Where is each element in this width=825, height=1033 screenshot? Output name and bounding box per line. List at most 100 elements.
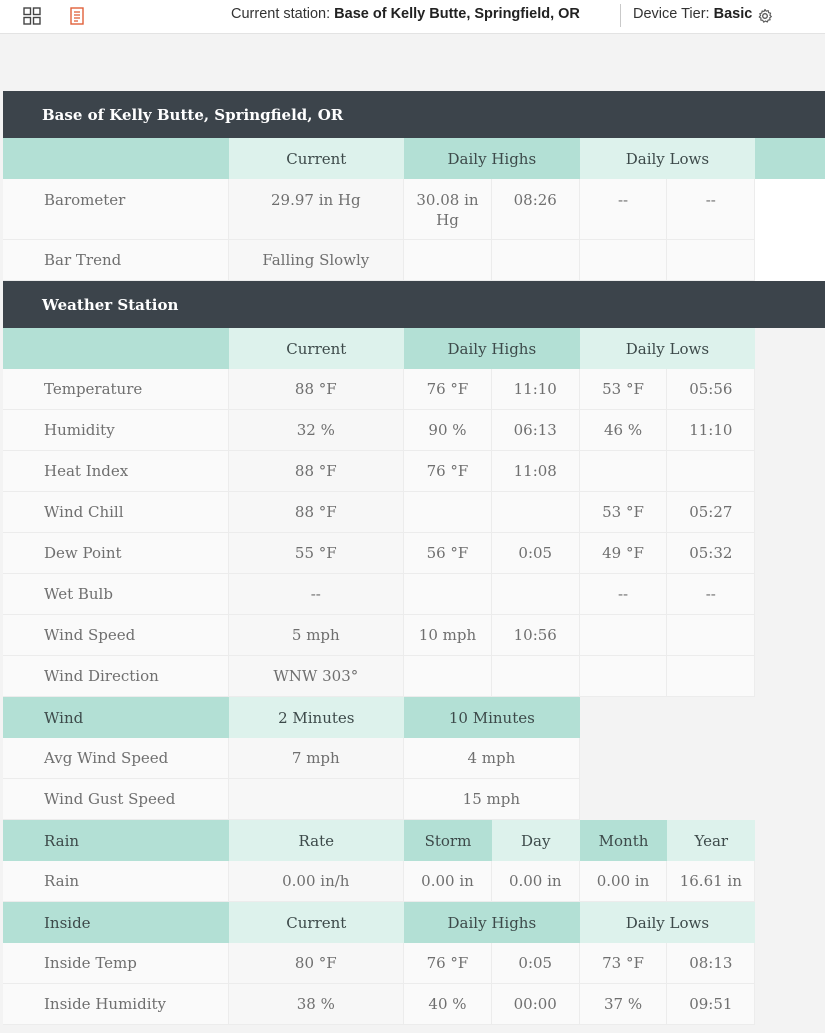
row-label: Heat Index — [3, 451, 229, 492]
current-value: WNW 303° — [228, 656, 405, 697]
high-time: 00:00 — [491, 984, 580, 1025]
divider — [620, 4, 621, 27]
low-value — [579, 451, 668, 492]
station-name: Base of Kelly Butte, Springfield, OR — [334, 6, 580, 22]
header-label — [3, 328, 229, 369]
table-row: Inside Temp 80 °F 76 °F 0:05 73 °F 08:13 — [3, 943, 825, 984]
high-value — [404, 240, 492, 281]
row-label: Wind Gust Speed — [3, 779, 229, 820]
high-value: 56 °F — [404, 533, 492, 574]
header-daily-highs: Daily Highs — [404, 902, 580, 943]
low-time — [667, 656, 756, 697]
grid-icon[interactable] — [23, 7, 41, 25]
row-label: Humidity — [3, 410, 229, 451]
high-value: 10 mph — [404, 615, 492, 656]
header-current: Current — [228, 138, 405, 179]
low-value: 49 °F — [579, 533, 668, 574]
high-time: 0:05 — [491, 943, 580, 984]
row-label: Temperature — [3, 369, 229, 410]
table-row: Avg Wind Speed 7 mph 4 mph — [3, 738, 825, 779]
current-value: 55 °F — [228, 533, 405, 574]
high-value: 76 °F — [404, 369, 492, 410]
current-value: 80 °F — [228, 943, 405, 984]
rain-month: 0.00 in — [579, 861, 668, 902]
high-time — [491, 656, 580, 697]
header-wind: Wind — [3, 697, 229, 738]
table-row: Rain 0.00 in/h 0.00 in 0.00 in 0.00 in 1… — [3, 861, 825, 902]
high-value: 40 % — [404, 984, 492, 1025]
header-inside: Inside — [3, 902, 229, 943]
rain-day: 0.00 in — [491, 861, 580, 902]
high-value: 30.08 in Hg — [404, 179, 492, 240]
high-time: 06:13 — [491, 410, 580, 451]
low-value: 73 °F — [579, 943, 668, 984]
current-value: 88 °F — [228, 451, 405, 492]
high-value — [404, 656, 492, 697]
header-padding — [755, 138, 825, 179]
current-value: -- — [228, 574, 405, 615]
row-label: Barometer — [3, 179, 229, 240]
high-time: 0:05 — [491, 533, 580, 574]
header-day: Day — [491, 820, 580, 861]
header-storm: Storm — [404, 820, 492, 861]
low-time: 11:10 — [667, 410, 756, 451]
high-time — [491, 574, 580, 615]
table-header-row: Current Daily Highs Daily Lows — [3, 328, 825, 369]
header-rain: Rain — [3, 820, 229, 861]
table-row: Wind Chill 88 °F 53 °F 05:27 — [3, 492, 825, 533]
ten-min-value: 15 mph — [404, 779, 580, 820]
device-tier: Device Tier: Basic — [633, 6, 752, 22]
table-row: Heat Index 88 °F 76 °F 11:08 — [3, 451, 825, 492]
header-rate: Rate — [228, 820, 405, 861]
two-min-value: 7 mph — [228, 738, 405, 779]
low-time: -- — [667, 179, 756, 240]
low-time: 05:27 — [667, 492, 756, 533]
table-row: Bar Trend Falling Slowly — [3, 240, 825, 281]
rain-rate: 0.00 in/h — [228, 861, 405, 902]
header-current: Current — [228, 328, 405, 369]
table-row: Wet Bulb -- -- -- — [3, 574, 825, 615]
gear-icon[interactable] — [757, 8, 773, 24]
high-time: 11:08 — [491, 451, 580, 492]
header-10-minutes: 10 Minutes — [404, 697, 580, 738]
rain-storm: 0.00 in — [404, 861, 492, 902]
table-row: Temperature 88 °F 76 °F 11:10 53 °F 05:56 — [3, 369, 825, 410]
low-value: 46 % — [579, 410, 668, 451]
current-value: 88 °F — [228, 369, 405, 410]
low-value — [579, 656, 668, 697]
header-month: Month — [579, 820, 668, 861]
low-time: 08:13 — [667, 943, 756, 984]
table-row: Barometer 29.97 in Hg 30.08 in Hg 08:26 … — [3, 179, 825, 240]
two-min-value — [228, 779, 405, 820]
low-time — [667, 240, 756, 281]
row-label: Inside Humidity — [3, 984, 229, 1025]
document-icon[interactable] — [68, 7, 86, 25]
row-label: Wind Speed — [3, 615, 229, 656]
row-label: Bar Trend — [3, 240, 229, 281]
low-value — [579, 240, 668, 281]
top-bar: Current station: Base of Kelly Butte, Sp… — [0, 0, 825, 34]
current-value: Falling Slowly — [228, 240, 405, 281]
high-value — [404, 574, 492, 615]
low-value: -- — [579, 179, 668, 240]
table-row: Wind Direction WNW 303° — [3, 656, 825, 697]
station-label: Current station: — [231, 6, 331, 22]
high-time: 08:26 — [491, 179, 580, 240]
high-value: 76 °F — [404, 943, 492, 984]
low-time: 05:32 — [667, 533, 756, 574]
high-value: 76 °F — [404, 451, 492, 492]
current-value: 29.97 in Hg — [228, 179, 405, 240]
table-row: Inside Humidity 38 % 40 % 00:00 37 % 09:… — [3, 984, 825, 1025]
ten-min-value: 4 mph — [404, 738, 580, 779]
row-label: Wind Chill — [3, 492, 229, 533]
header-daily-lows: Daily Lows — [579, 902, 756, 943]
weather-station-rows: Temperature 88 °F 76 °F 11:10 53 °F 05:56 Humi… — [3, 369, 825, 697]
row-label: Dew Point — [3, 533, 229, 574]
tier-label: Device Tier: — [633, 6, 710, 22]
low-time — [667, 615, 756, 656]
header-2-minutes: 2 Minutes — [228, 697, 405, 738]
low-time: -- — [667, 574, 756, 615]
table-row: Wind Speed 5 mph 10 mph 10:56 — [3, 615, 825, 656]
low-time: 09:51 — [667, 984, 756, 1025]
high-value — [404, 492, 492, 533]
